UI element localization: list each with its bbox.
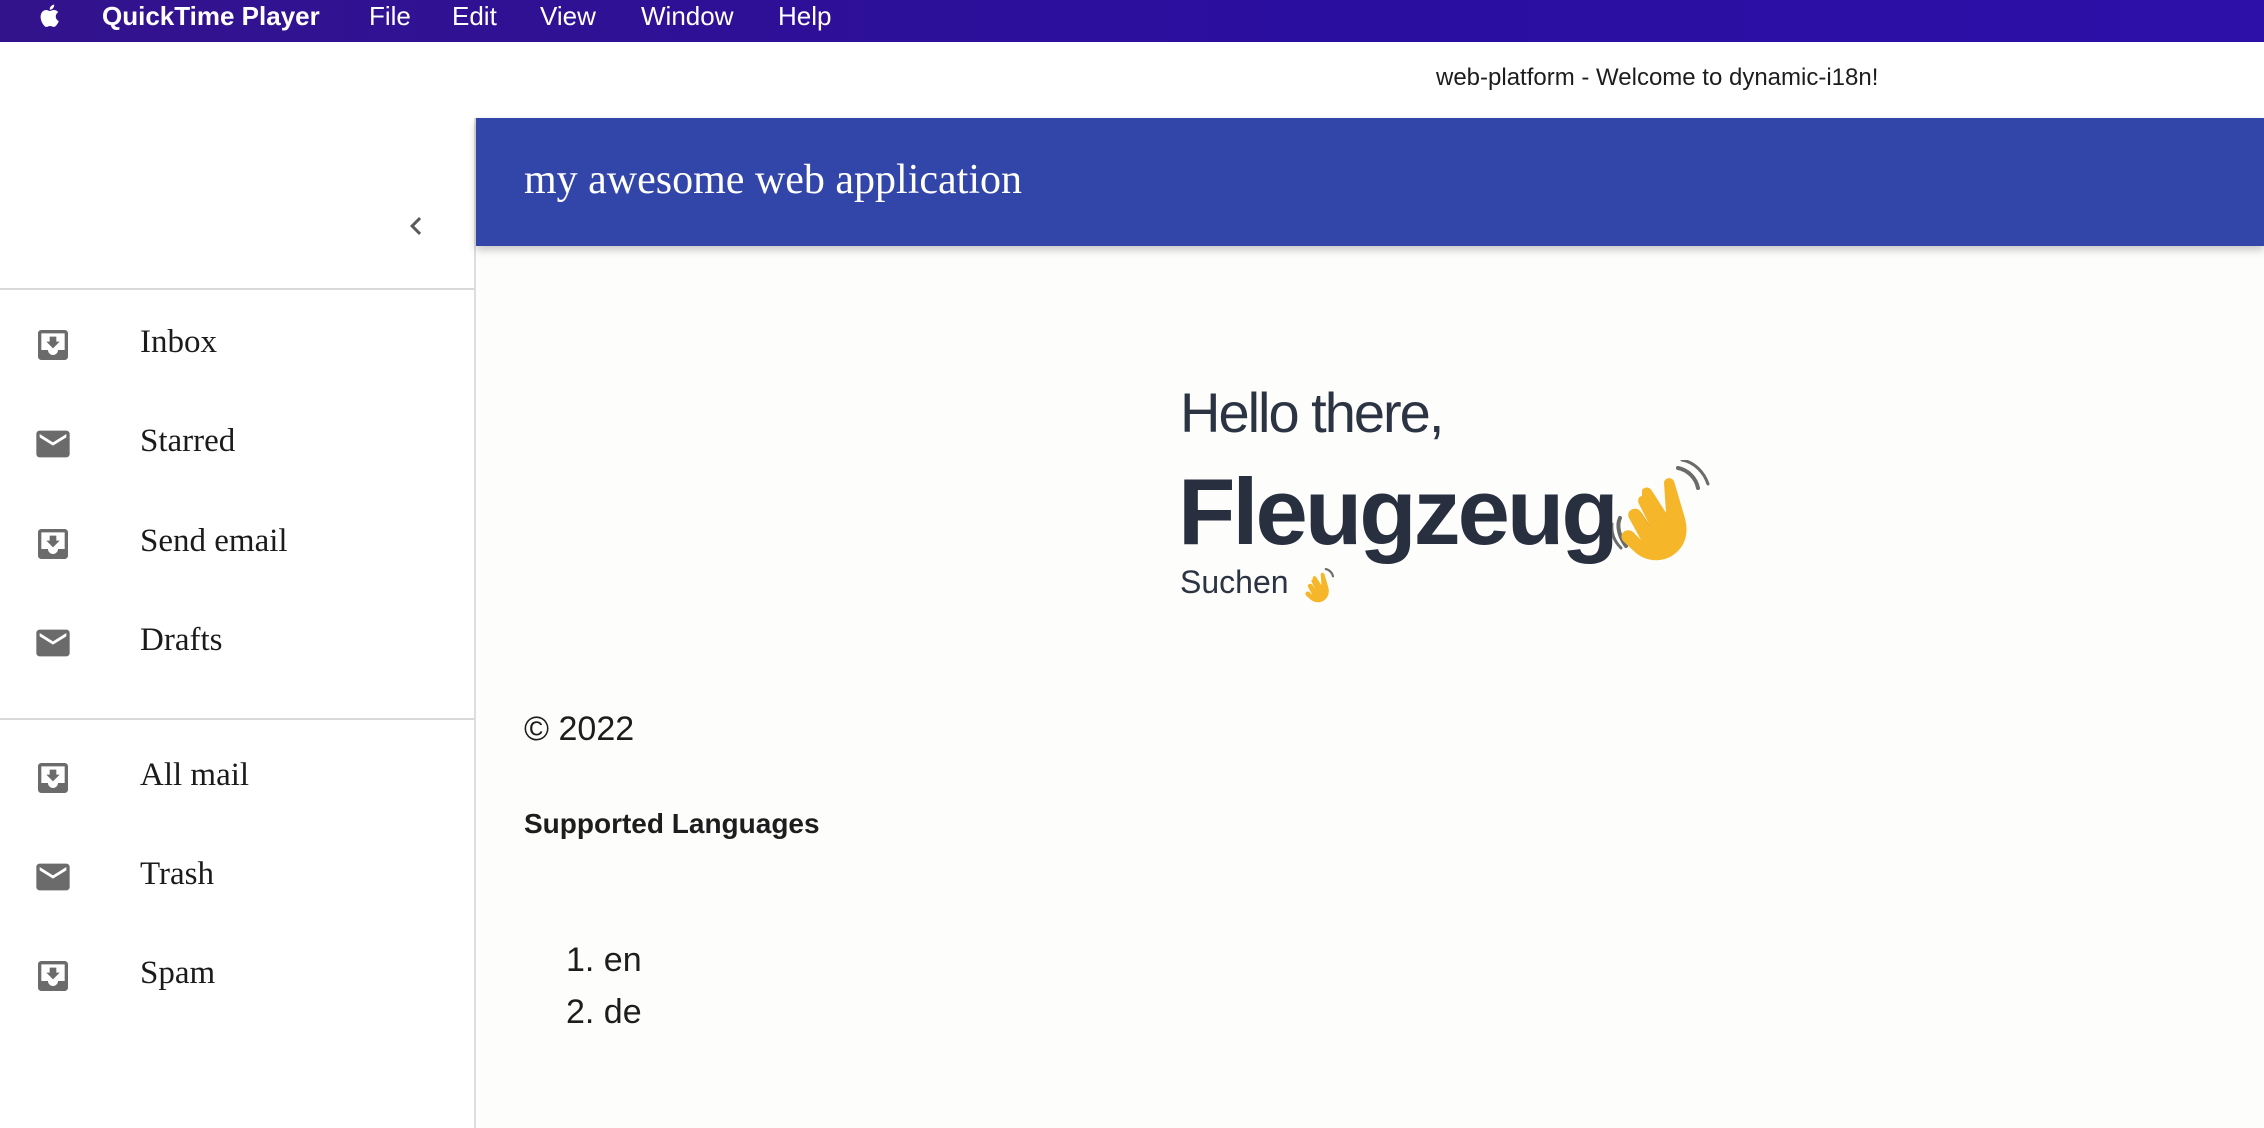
search-label: Suchen — [1180, 564, 1289, 600]
nav-item-label: Trash — [140, 856, 214, 892]
window-title: web-platform - Welcome to dynamic-i18n! — [1436, 64, 1879, 91]
menu-edit[interactable]: Edit — [452, 1, 497, 31]
inbox-icon — [38, 763, 68, 793]
apple-logo-icon[interactable] — [32, 0, 68, 32]
menu-bar: QuickTime Player File Edit View Window H… — [0, 0, 2264, 42]
mail-icon — [36, 629, 70, 657]
drawer-divider — [0, 288, 474, 290]
mail-icon — [36, 430, 70, 458]
nav-item-spam[interactable]: Spam — [0, 933, 474, 1019]
menu-help[interactable]: Help — [778, 1, 831, 31]
nav-item-trash[interactable]: Trash — [0, 834, 474, 920]
inbox-icon — [38, 961, 68, 991]
copyright-text: © 2022 — [524, 710, 635, 748]
chevron-left-icon[interactable] — [398, 208, 434, 244]
nav-item-starred[interactable]: Starred — [0, 401, 474, 487]
mail-icon — [36, 863, 70, 891]
app-title: my awesome web application — [524, 157, 1023, 203]
drawer-divider — [0, 718, 474, 720]
nav-item-label: All mail — [140, 757, 250, 793]
nav-item-label: Spam — [140, 955, 216, 991]
waving-hand-icon — [1305, 568, 1335, 603]
menu-window[interactable]: Window — [641, 1, 733, 31]
nav-item-drafts[interactable]: Drafts — [0, 600, 474, 686]
languages-list: 1. en 2. de — [566, 940, 642, 1044]
menu-view[interactable]: View — [540, 1, 596, 31]
app-bar: my awesome web application — [476, 118, 2264, 246]
nav-item-inbox[interactable]: Inbox — [0, 302, 474, 388]
list-item: 1. en — [566, 941, 642, 979]
nav-item-label: Send email — [140, 523, 288, 559]
app-window: web-platform - Welcome to dynamic-i18n! … — [0, 42, 2264, 1128]
nav-item-label: Starred — [140, 423, 236, 459]
nav-item-send-email[interactable]: Send email — [0, 501, 474, 587]
menu-file[interactable]: File — [369, 1, 411, 31]
supported-languages-heading: Supported Languages — [524, 808, 820, 839]
inbox-icon — [38, 330, 68, 360]
nav-item-label: Inbox — [140, 324, 217, 360]
menu-app-name[interactable]: QuickTime Player — [102, 1, 320, 31]
user-name-heading: Fleugzeug — [1178, 459, 1619, 564]
greeting-text: Hello there, — [1180, 381, 1444, 444]
nav-item-all-mail[interactable]: All mail — [0, 735, 474, 821]
nav-item-label: Drafts — [140, 622, 223, 658]
waving-hand-icon — [1612, 460, 1710, 561]
navigation-drawer: Inbox Starred Send email Drafts All mail… — [0, 118, 476, 1128]
drawer-header — [0, 118, 474, 288]
list-item: 2. de — [566, 993, 642, 1031]
inbox-icon — [38, 529, 68, 559]
window-titlebar: web-platform - Welcome to dynamic-i18n! — [0, 42, 2264, 118]
